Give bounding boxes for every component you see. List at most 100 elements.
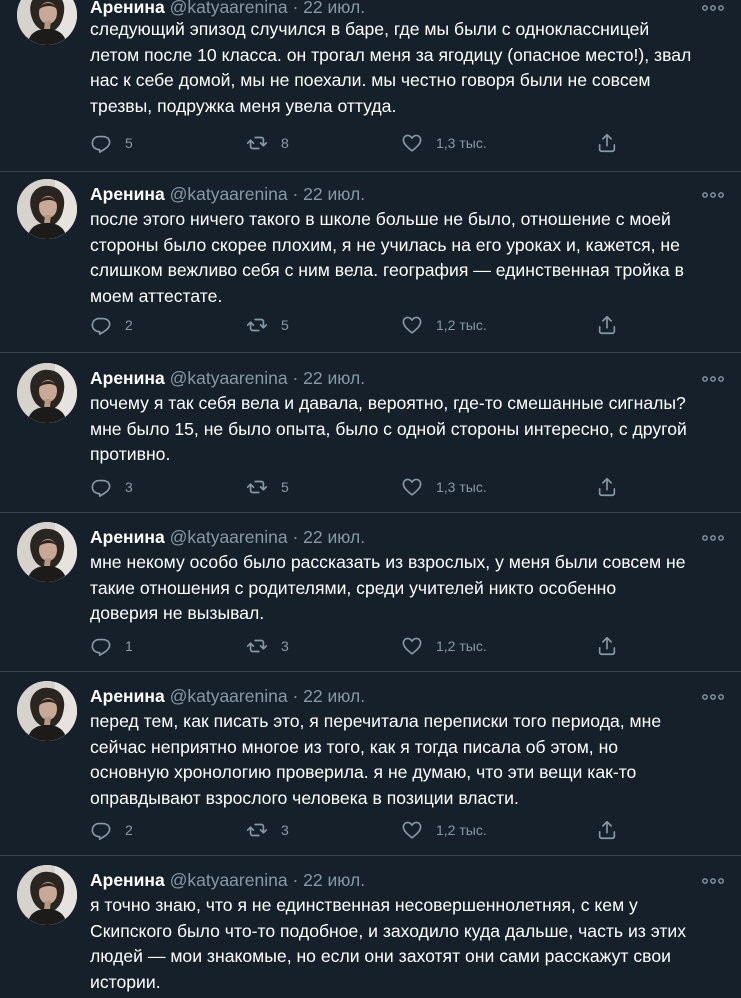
share-icon bbox=[596, 314, 618, 336]
like-count: 1,2 тыс. bbox=[436, 317, 487, 333]
avatar[interactable] bbox=[17, 0, 77, 45]
more-options-icon[interactable] bbox=[701, 530, 725, 544]
tweet-text: следующий эпизод случился в баре, где мы… bbox=[90, 19, 692, 116]
separator-dot: · bbox=[292, 368, 299, 388]
author-handle[interactable]: @katyaarenina bbox=[170, 0, 288, 17]
avatar[interactable] bbox=[17, 522, 77, 582]
retweet-icon bbox=[246, 132, 268, 154]
like-button[interactable]: 1,3 тыс. bbox=[401, 475, 487, 499]
more-options-icon[interactable] bbox=[701, 689, 725, 703]
tweet-actions: 2 5 1,2 тыс. bbox=[90, 313, 730, 337]
reply-button[interactable]: 2 bbox=[90, 313, 133, 337]
heart-icon bbox=[401, 819, 423, 841]
like-count: 1,3 тыс. bbox=[436, 135, 487, 151]
more-options-icon[interactable] bbox=[701, 0, 725, 14]
tweet-text: перед тем, как писать это, я перечитала … bbox=[90, 711, 662, 808]
author-name[interactable]: Аренина bbox=[90, 368, 165, 388]
divider bbox=[0, 352, 741, 353]
author-handle[interactable]: @katyaarenina bbox=[170, 870, 288, 890]
share-button[interactable] bbox=[596, 818, 618, 842]
author-handle[interactable]: @katyaarenina bbox=[170, 527, 288, 547]
retweet-button[interactable]: 5 bbox=[246, 475, 289, 499]
tweet-date[interactable]: 22 июл. bbox=[303, 368, 365, 388]
retweet-count: 3 bbox=[281, 822, 289, 838]
reply-button[interactable]: 2 bbox=[90, 818, 133, 842]
reply-button[interactable]: 3 bbox=[90, 475, 133, 499]
reply-icon bbox=[90, 635, 112, 657]
author-name[interactable]: Аренина bbox=[90, 0, 165, 17]
tweet-text: мне некому особо было рассказать из взро… bbox=[90, 552, 686, 623]
heart-icon bbox=[401, 635, 423, 657]
author-handle[interactable]: @katyaarenina bbox=[170, 368, 288, 388]
like-button[interactable]: 1,2 тыс. bbox=[401, 634, 487, 658]
tweet-actions: 2 3 1,2 тыс. bbox=[90, 818, 730, 842]
author-name[interactable]: Аренина bbox=[90, 870, 165, 890]
tweet-actions: 1 3 1,2 тыс. bbox=[90, 634, 730, 658]
author-handle[interactable]: @katyaarenina bbox=[170, 184, 288, 204]
reply-count: 2 bbox=[125, 317, 133, 333]
heart-icon bbox=[401, 132, 423, 154]
avatar[interactable] bbox=[17, 363, 77, 423]
separator-dot: · bbox=[292, 184, 299, 204]
author-name[interactable]: Аренина bbox=[90, 184, 165, 204]
avatar[interactable] bbox=[17, 179, 77, 239]
share-button[interactable] bbox=[596, 313, 618, 337]
tweet-header: Аренина @katyaarenina · 22 июл. bbox=[90, 526, 365, 550]
tweet-header: Аренина @katyaarenina · 22 июл. bbox=[90, 685, 365, 709]
separator-dot: · bbox=[292, 686, 299, 706]
more-options-icon[interactable] bbox=[701, 371, 725, 385]
tweet-text: почему я так себя вела и давала, вероятн… bbox=[90, 393, 687, 464]
tweet-date[interactable]: 22 июл. bbox=[303, 686, 365, 706]
tweet-date[interactable]: 22 июл. bbox=[303, 527, 365, 547]
like-count: 1,2 тыс. bbox=[436, 638, 487, 654]
reply-button[interactable]: 5 bbox=[90, 131, 133, 155]
tweet-date[interactable]: 22 июл. bbox=[303, 0, 365, 17]
share-button[interactable] bbox=[596, 131, 618, 155]
reply-icon bbox=[90, 132, 112, 154]
like-button[interactable]: 1,3 тыс. bbox=[401, 131, 487, 155]
reply-count: 5 bbox=[125, 135, 133, 151]
reply-count: 2 bbox=[125, 822, 133, 838]
heart-icon bbox=[401, 476, 423, 498]
share-icon bbox=[596, 635, 618, 657]
author-name[interactable]: Аренина bbox=[90, 686, 165, 706]
tweet-actions: 3 5 1,3 тыс. bbox=[90, 475, 730, 499]
tweet-date[interactable]: 22 июл. bbox=[303, 184, 365, 204]
retweet-icon bbox=[246, 819, 268, 841]
like-button[interactable]: 1,2 тыс. bbox=[401, 818, 487, 842]
avatar[interactable] bbox=[17, 865, 77, 925]
retweet-button[interactable]: 3 bbox=[246, 818, 289, 842]
retweet-button[interactable]: 8 bbox=[246, 131, 289, 155]
more-options-icon[interactable] bbox=[701, 873, 725, 887]
reply-count: 3 bbox=[125, 479, 133, 495]
separator-dot: · bbox=[292, 0, 299, 17]
like-count: 1,3 тыс. bbox=[436, 479, 487, 495]
retweet-button[interactable]: 3 bbox=[246, 634, 289, 658]
share-button[interactable] bbox=[596, 475, 618, 499]
author-name[interactable]: Аренина bbox=[90, 527, 165, 547]
divider bbox=[0, 855, 741, 856]
tweet-header: Аренина @katyaarenina · 22 июл. bbox=[90, 183, 365, 207]
more-options-icon[interactable] bbox=[701, 187, 725, 201]
retweet-icon bbox=[246, 476, 268, 498]
retweet-button[interactable]: 5 bbox=[246, 313, 289, 337]
reply-icon bbox=[90, 476, 112, 498]
like-count: 1,2 тыс. bbox=[436, 822, 487, 838]
heart-icon bbox=[401, 314, 423, 336]
retweet-count: 3 bbox=[281, 638, 289, 654]
reply-button[interactable]: 1 bbox=[90, 634, 133, 658]
retweet-icon bbox=[246, 314, 268, 336]
avatar[interactable] bbox=[17, 681, 77, 741]
tweet-date[interactable]: 22 июл. bbox=[303, 870, 365, 890]
share-button[interactable] bbox=[596, 634, 618, 658]
divider bbox=[0, 671, 741, 672]
retweet-icon bbox=[246, 635, 268, 657]
author-handle[interactable]: @katyaarenina bbox=[170, 686, 288, 706]
share-icon bbox=[596, 476, 618, 498]
reply-icon bbox=[90, 314, 112, 336]
retweet-count: 5 bbox=[281, 317, 289, 333]
tweet-text: после этого ничего такого в школе больше… bbox=[90, 209, 684, 306]
reply-count: 1 bbox=[125, 638, 133, 654]
like-button[interactable]: 1,2 тыс. bbox=[401, 313, 487, 337]
share-icon bbox=[596, 819, 618, 841]
